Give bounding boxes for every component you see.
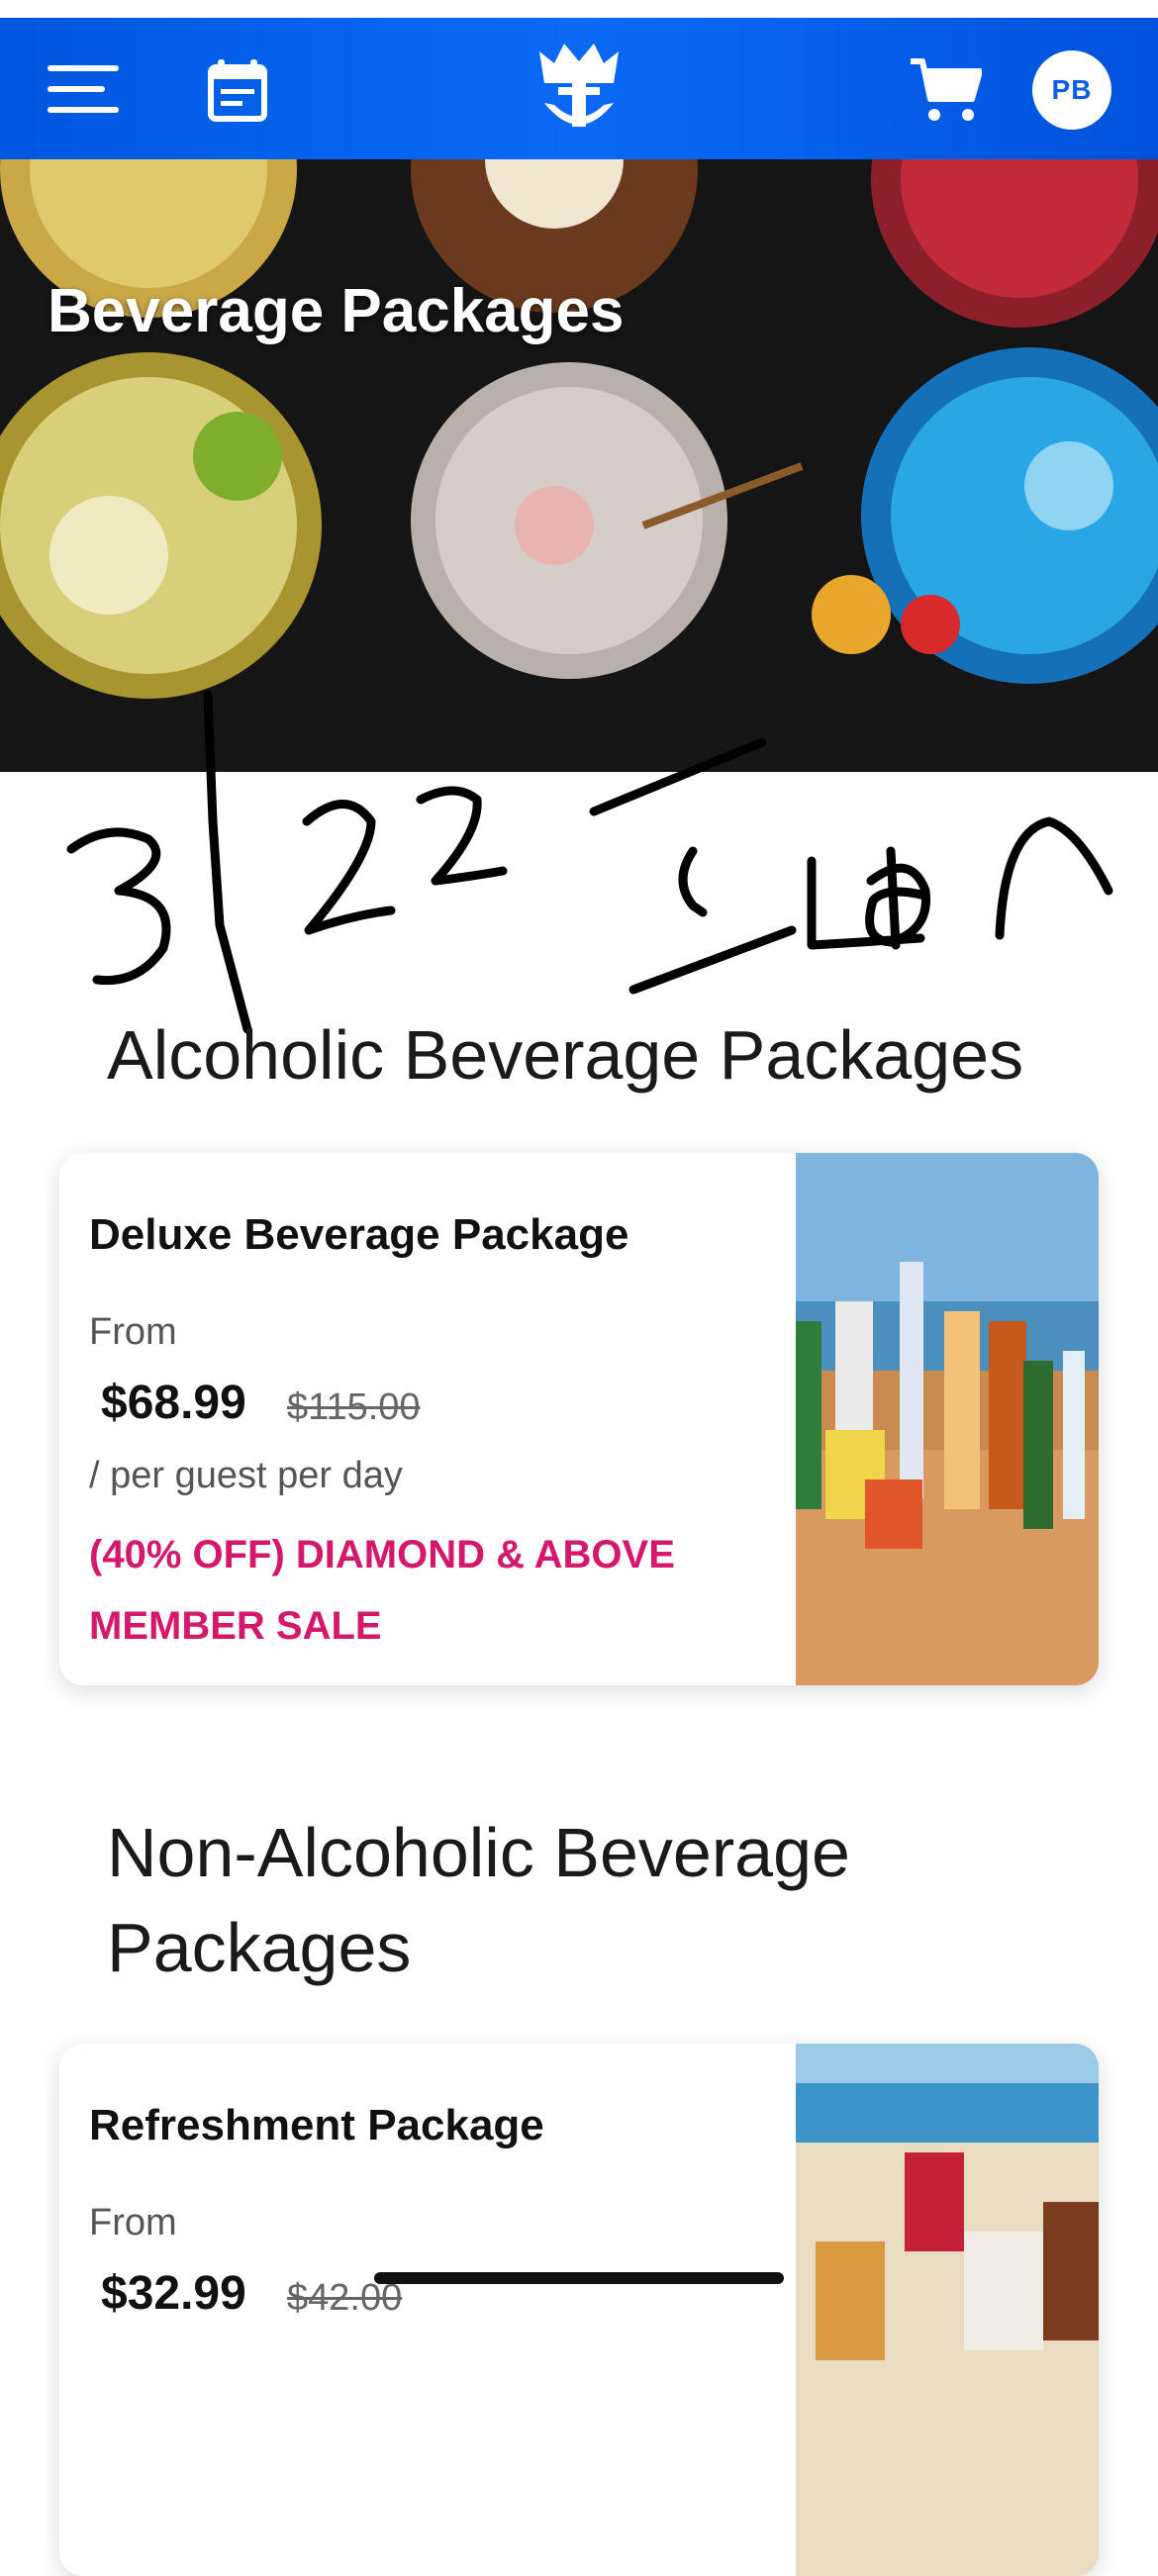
package-price: $32.99 bbox=[101, 2267, 246, 2320]
royal-crown-anchor-logo[interactable] bbox=[534, 40, 624, 139]
menu-icon[interactable] bbox=[48, 59, 119, 119]
beach-drinks-image bbox=[796, 2044, 1099, 2576]
calendar-icon[interactable] bbox=[208, 59, 267, 123]
cart-icon[interactable] bbox=[909, 55, 982, 125]
from-label: From bbox=[89, 2202, 177, 2243]
from-label: From bbox=[89, 1311, 177, 1353]
top-navigation-bar: PB bbox=[0, 18, 1158, 159]
hero-title: Beverage Packages bbox=[48, 277, 625, 345]
hero-banner: Beverage Packages bbox=[0, 159, 1158, 772]
package-price: $68.99 bbox=[101, 1377, 246, 1429]
non-alcoholic-section-title: Non-Alcoholic Beverage Packages bbox=[107, 1814, 850, 1986]
alcoholic-section-title: Alcoholic Beverage Packages bbox=[107, 1016, 1024, 1094]
cocktails-hero-image bbox=[0, 159, 1158, 772]
liquor-bottles-image bbox=[796, 1153, 1099, 1685]
deluxe-package-card[interactable]: Deluxe Beverage Package From $68.99 $115… bbox=[59, 1153, 1099, 1685]
home-indicator bbox=[374, 2272, 784, 2284]
refreshment-package-card[interactable]: Refreshment Package From $32.99 $42.00 bbox=[59, 2044, 1099, 2576]
promo-label: (40% OFF) DIAMOND & ABOVE MEMBER SALE bbox=[89, 1533, 675, 1648]
package-name: Deluxe Beverage Package bbox=[89, 1210, 629, 1259]
package-name: Refreshment Package bbox=[89, 2101, 544, 2149]
status-bar-strip bbox=[0, 0, 1158, 18]
user-avatar[interactable]: PB bbox=[1032, 50, 1111, 130]
per-guest-label: / per guest per day bbox=[89, 1455, 403, 1496]
original-price: $115.00 bbox=[287, 1386, 421, 1428]
handwritten-annotation bbox=[66, 690, 1113, 1034]
